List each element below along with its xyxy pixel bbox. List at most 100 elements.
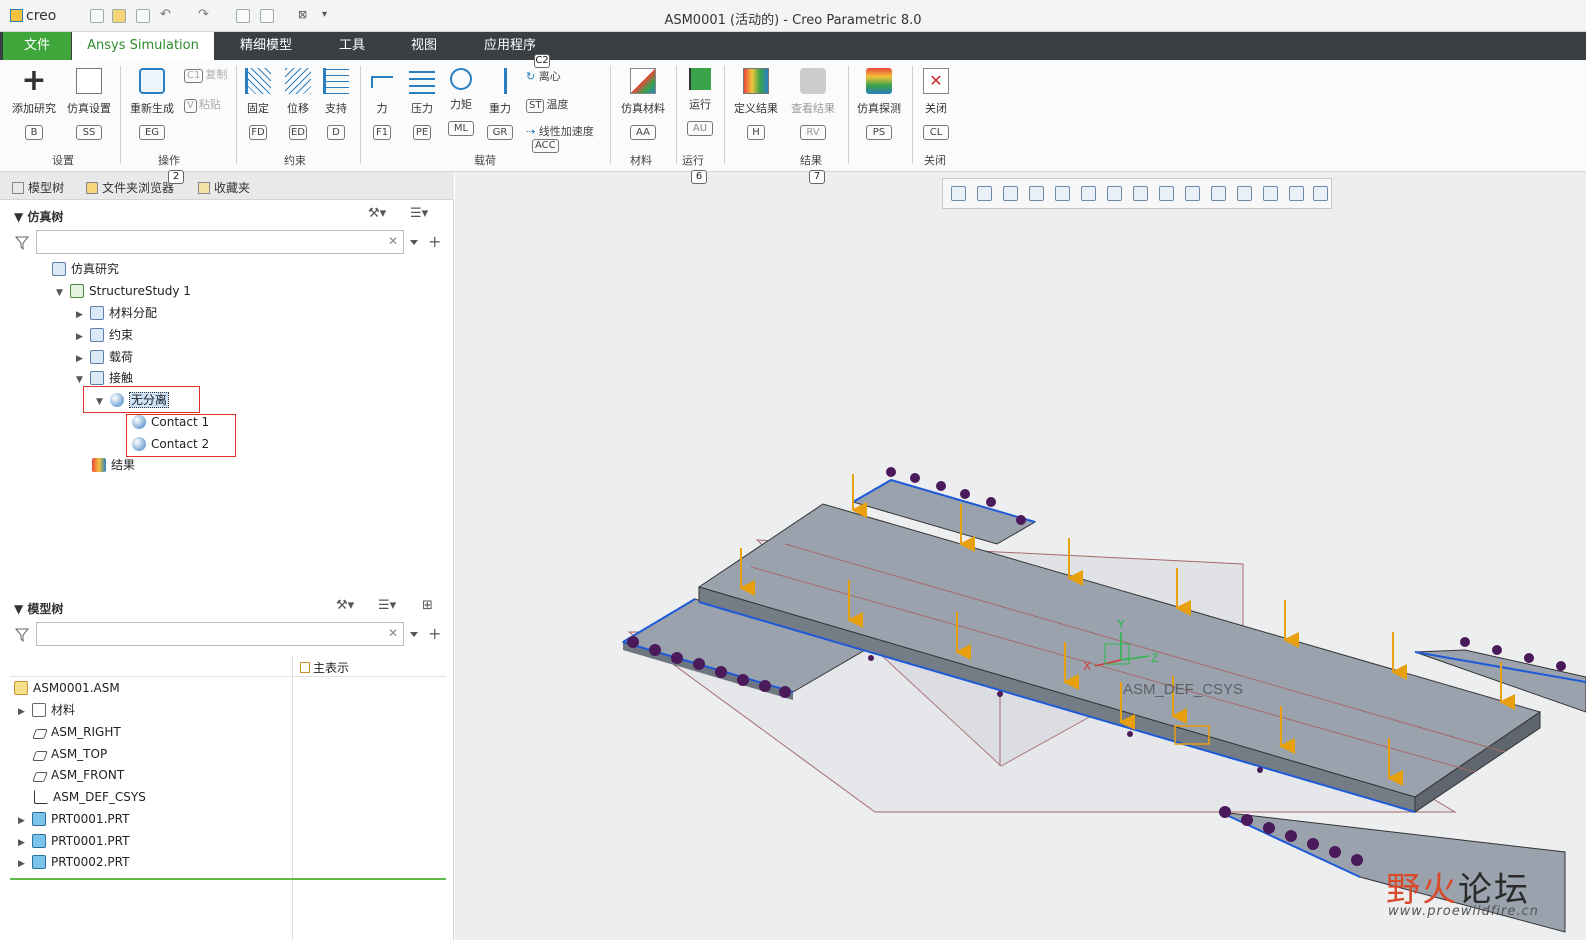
datum-planes-icon[interactable] [1185,186,1200,201]
collapsed-icon: ▶ [18,816,25,826]
repaint-icon[interactable] [1029,186,1044,201]
display-style-icon[interactable] [1081,186,1096,201]
tree-item-asm-right[interactable]: ASM_RIGHT [32,723,121,741]
tree-columns-icon[interactable]: ☰▾ [410,206,428,221]
clear-filter-icon[interactable]: ✕ [388,626,398,640]
tree-item-asm-top[interactable]: ASM_TOP [32,745,107,763]
saved-views-icon[interactable] [1107,186,1122,201]
run-button[interactable]: 运行 AU [680,68,720,136]
fixed-icon [245,68,271,94]
datum-points-icon[interactable] [1237,186,1252,201]
simulation-probe-button[interactable]: 仿真探测 PS [852,68,906,140]
temperature-load-button[interactable]: ST 温度 [526,96,568,113]
view-manager-icon[interactable] [1133,186,1148,201]
tab-file[interactable]: 文件 [3,32,71,60]
tab-ansys-simulation[interactable]: Ansys Simulation [72,32,214,60]
tree-item-loads[interactable]: ▶ 载荷 [76,348,133,366]
folder-icon [86,182,98,194]
tree-item-materials[interactable]: ▶ 材料 [18,701,75,719]
tab-model-tree[interactable]: 模型树 [12,179,64,196]
keytip-6: 6 [691,170,707,184]
define-results-button[interactable]: 定义结果 H [730,68,782,140]
sim-tree-header[interactable]: ▼ 仿真树 [14,208,63,225]
refit-icon[interactable] [951,186,966,201]
view-results-icon [800,68,826,94]
graphics-viewport[interactable]: Y X Z ASM_DEF_CSYS [455,172,1586,940]
paste-button[interactable]: V 粘贴 [184,96,221,113]
annotation-display-icon[interactable] [1313,186,1328,201]
tab-favorites[interactable]: 收藏夹 [198,179,250,196]
linear-acceleration-button[interactable]: ⇢ 线性加速度 [526,123,594,139]
ribbon-separator [912,66,913,164]
displacement-constraint-button[interactable]: 位移 ED [280,68,316,140]
force-load-button[interactable]: 力 F1 [364,68,400,140]
sim-display-icon[interactable] [1289,186,1304,201]
centrifugal-load-button[interactable]: ↻ 离心 [526,68,561,84]
csys-display-icon[interactable] [1263,186,1278,201]
tree-item-material-assign[interactable]: ▶ 材料分配 [76,304,157,322]
zoom-out-icon[interactable] [1003,186,1018,201]
add-study-button[interactable]: + 添加研究 B [8,66,60,140]
close-simulation-button[interactable]: ✕ 关闭 CL [916,68,956,140]
insert-indicator[interactable] [10,878,446,880]
group-label-constraints: 约束 [284,154,306,167]
add-filter-icon[interactable]: + [428,624,441,643]
model-tree-header[interactable]: ▼ 模型树 [14,600,63,617]
tree-item-asm-def-csys[interactable]: ASM_DEF_CSYS [34,788,146,806]
view-toolbar [942,178,1332,209]
tab-tools[interactable]: 工具 [322,32,382,60]
part-icon [32,812,46,826]
tab-folder-browser[interactable]: 文件夹浏览器 [86,179,174,196]
highlight-box-no-separation [83,386,200,413]
moment-load-button[interactable]: 力矩 ML [443,68,479,136]
zoom-in-icon[interactable] [977,186,992,201]
group-label-results[interactable]: 结果 [800,152,822,168]
tree-item-sim-study[interactable]: 仿真研究 [52,260,119,278]
keytip-c2: C2 [534,54,550,68]
section-icon[interactable] [1159,186,1174,201]
gravity-load-button[interactable]: 重力 GR [482,68,518,140]
creo-window: creo ↶ ↷ ⊠ ▾ ASM0001 (活动的) - Creo Parame… [0,0,1586,940]
assembly-icon [14,681,28,695]
material-icon [630,68,656,94]
tab-view[interactable]: 视图 [394,32,454,60]
column-header-main-rep[interactable]: 主表示 [300,659,349,676]
simulation-setup-button[interactable]: 仿真设置 SS [62,68,116,140]
tree-item-constraints[interactable]: ▶ 约束 [76,326,133,344]
filter-dropdown-icon[interactable] [410,632,418,637]
tree-item-structure-study[interactable]: ▼ StructureStudy 1 [56,282,191,300]
simulation-material-button[interactable]: 仿真材料 AA [614,68,672,140]
support-constraint-button[interactable]: 支持 D [318,68,354,140]
view-results-button[interactable]: 查看结果 RV [786,68,840,140]
copy-button[interactable]: C1 复制 [184,66,227,83]
column-divider [292,656,293,940]
tree-columns-icon[interactable]: ☰▾ [378,598,396,613]
axis-label-x: X [1083,659,1091,673]
group-label-setup: 设置 [52,154,74,167]
filter-dropdown-icon[interactable] [410,240,418,245]
tree-item-prt0001-b[interactable]: ▶ PRT0001.PRT [18,832,129,850]
model-tree-filter-input[interactable]: ✕ [36,622,404,646]
sim-tree-filter-input[interactable]: ✕ [36,230,404,254]
fixed-constraint-button[interactable]: 固定 FD [240,68,276,140]
tab-refine-model[interactable]: 精细模型 [226,32,306,60]
tree-settings-icon[interactable]: ⚒▾ [336,598,354,613]
datum-axes-icon[interactable] [1211,186,1226,201]
tree-item-results[interactable]: 结果 [92,456,135,474]
group-label-run[interactable]: 运行 [682,152,704,168]
tree-item-asm-front[interactable]: ASM_FRONT [32,766,124,784]
regenerate-button[interactable]: 重新生成 EG [124,68,180,140]
add-filter-icon[interactable]: + [428,232,441,251]
tree-item-prt0001-a[interactable]: ▶ PRT0001.PRT [18,810,129,828]
tree-item-prt0002[interactable]: ▶ PRT0002.PRT [18,853,129,871]
pressure-load-button[interactable]: 压力 PE [404,68,440,140]
clear-filter-icon[interactable]: ✕ [388,234,398,248]
group-label-operations: 操作 [158,154,180,167]
collapsed-icon: ▶ [76,310,83,320]
tree-item-contacts[interactable]: ▼ 接触 [76,369,133,387]
perspective-icon[interactable] [1055,186,1070,201]
tree-item-asm[interactable]: ASM0001.ASM [14,679,120,697]
tree-settings-icon[interactable]: ⚒▾ [368,206,386,221]
tree-filters-icon[interactable]: ⊞ [422,598,433,613]
model-canvas[interactable]: Y X Z ASM_DEF_CSYS [455,172,1586,940]
